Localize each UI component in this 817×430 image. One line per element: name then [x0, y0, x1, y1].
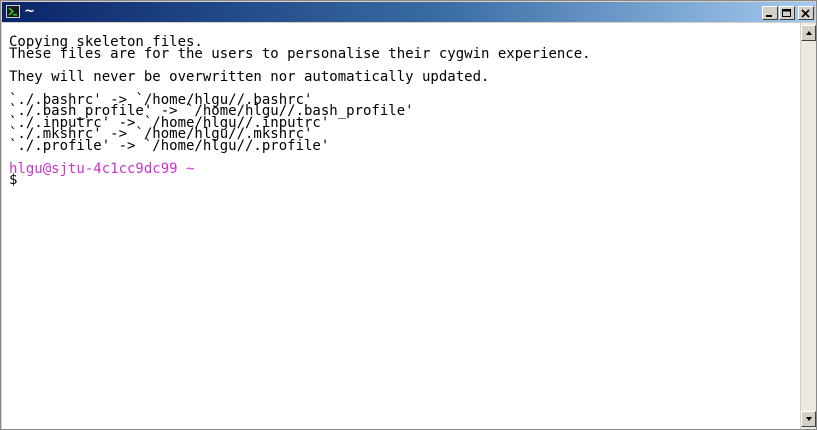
chevron-up-icon	[806, 31, 812, 35]
close-button[interactable]	[798, 6, 814, 20]
terminal-line: They will never be overwritten nor autom…	[9, 68, 490, 85]
terminal-output-area[interactable]: Copying skeleton files. These files are f…	[2, 23, 800, 429]
vertical-scrollbar[interactable]	[800, 23, 816, 429]
title-bar[interactable]: ~	[2, 2, 815, 22]
chevron-down-icon	[806, 417, 812, 421]
input-line[interactable]: $	[9, 172, 591, 188]
maximize-button[interactable]	[779, 6, 795, 20]
terminal-line: `./.profile' -> `/home/hlgu//.profile'	[9, 137, 330, 154]
terminal-app-icon[interactable]	[6, 5, 20, 18]
terminal-line: These files are for the users to persona…	[9, 45, 591, 62]
scroll-up-button[interactable]	[801, 25, 816, 41]
prompt-line: hlgu@sjtu-4c1cc9dc99 ~	[9, 160, 591, 177]
maximize-icon	[782, 9, 791, 17]
scroll-down-button[interactable]	[801, 411, 816, 427]
window-title: ~	[24, 4, 35, 19]
prompt-symbol: $	[9, 172, 18, 188]
terminal-window: ~ Copying skeleton files. These files are…	[0, 0, 817, 430]
minimize-icon	[766, 15, 772, 17]
prompt-directory: ~	[186, 160, 195, 177]
prompt-user-host: hlgu@sjtu-4c1cc9dc99	[9, 160, 178, 177]
minimize-button[interactable]	[762, 6, 778, 20]
close-icon	[801, 9, 810, 18]
terminal-text: Copying skeleton files. These files are f…	[9, 35, 591, 188]
